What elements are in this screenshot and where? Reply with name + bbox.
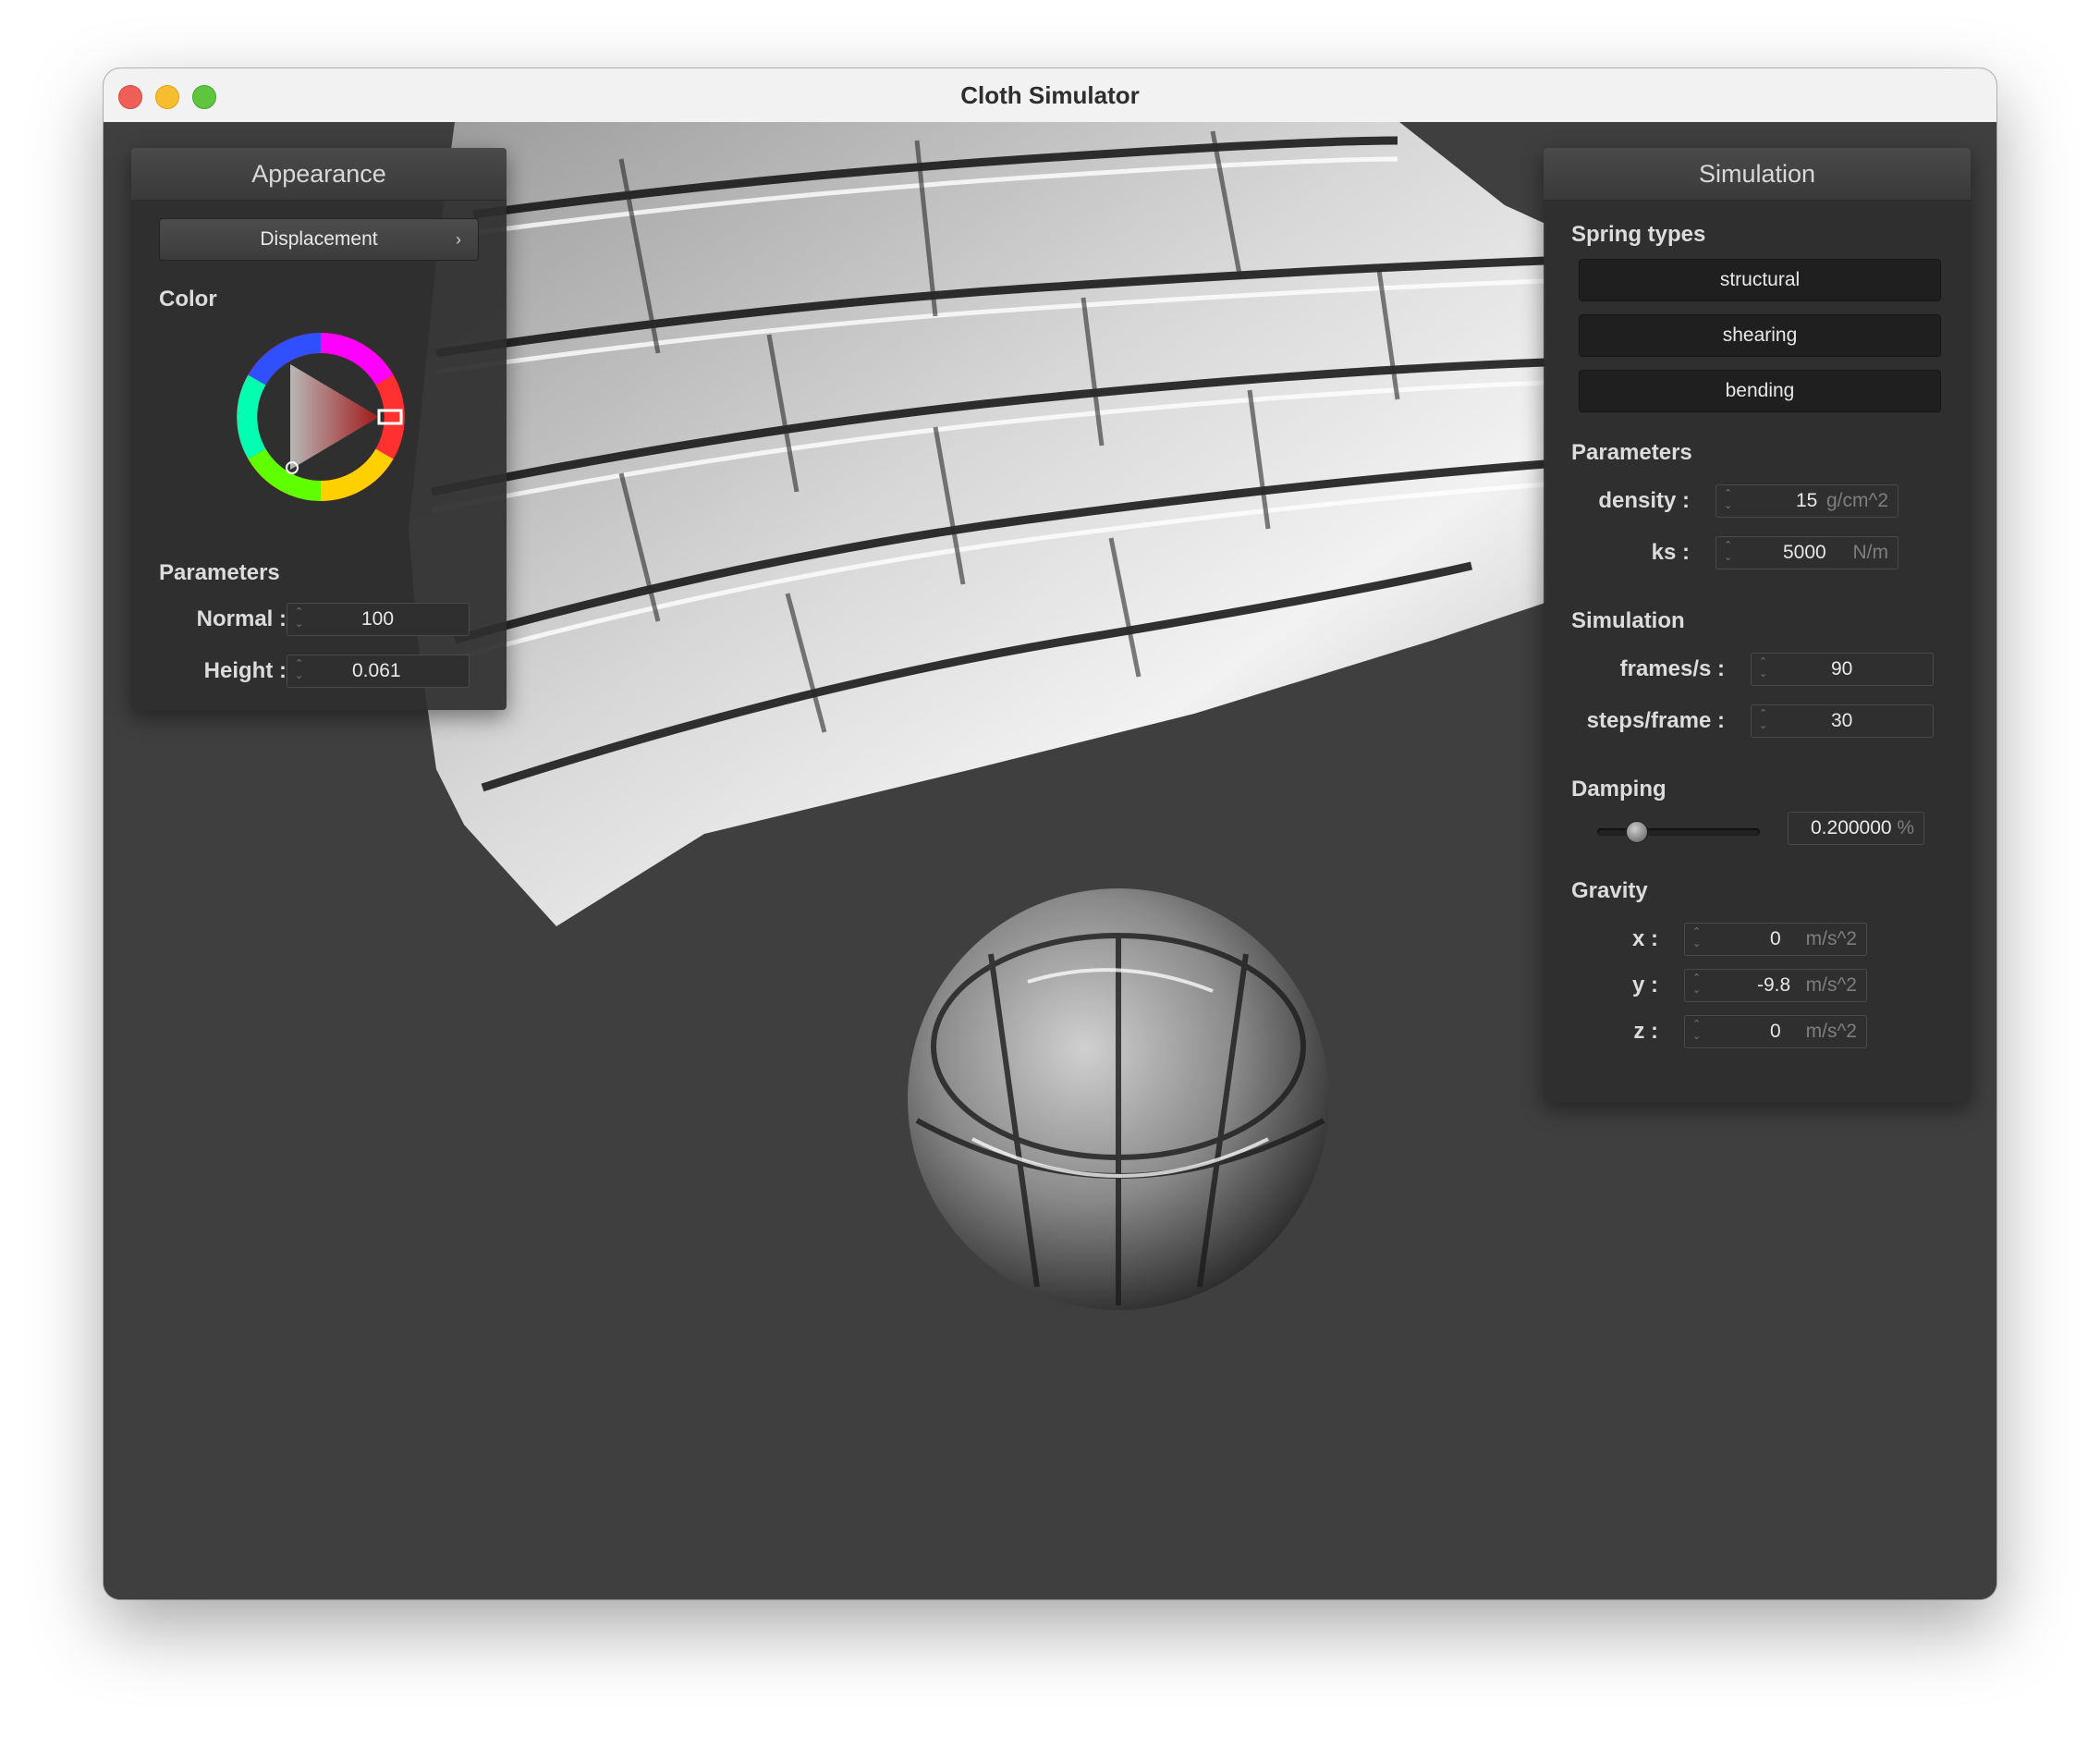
gravity-z-label: z :: [1633, 1019, 1658, 1044]
steps-per-frame-value: 30: [1831, 710, 1853, 731]
color-label: Color: [159, 287, 217, 312]
damping-label: Damping: [1571, 777, 1667, 802]
window-title: Cloth Simulator: [960, 81, 1140, 109]
shader-dropdown-label: Displacement: [260, 228, 378, 250]
damping-unit: %: [1897, 817, 1914, 838]
spinner-icon[interactable]: ⌃ ⌄: [295, 606, 303, 630]
ks-unit: N/m: [1852, 542, 1889, 563]
gravity-y-value: -9.8: [1757, 974, 1791, 996]
3d-viewport[interactable]: Appearance Displacement › Color Paramete…: [104, 122, 1996, 1599]
color-wheel[interactable]: [233, 329, 409, 505]
gravity-z-value: 0: [1770, 1021, 1781, 1042]
normal-label: Normal :: [196, 606, 287, 631]
gravity-x-input[interactable]: ⌃ ⌄ 0 m/s^2: [1684, 923, 1867, 956]
spinner-icon[interactable]: ⌃ ⌄: [1759, 708, 1767, 732]
appearance-header: Appearance: [131, 148, 507, 201]
height-value: 0.061: [352, 660, 401, 681]
damping-slider[interactable]: [1597, 821, 1760, 843]
simulation-section-label: Simulation: [1571, 608, 1685, 633]
gravity-label: Gravity: [1571, 878, 1648, 903]
gravity-z-input[interactable]: ⌃ ⌄ 0 m/s^2: [1684, 1015, 1867, 1048]
ks-value: 5000: [1783, 542, 1826, 563]
gravity-x-value: 0: [1770, 928, 1781, 949]
gravity-x-unit: m/s^2: [1805, 928, 1857, 949]
spring-types-label: Spring types: [1571, 222, 1706, 247]
normal-value: 100: [361, 608, 395, 630]
height-input[interactable]: ⌃ ⌄ 0.061: [287, 655, 470, 688]
ks-input[interactable]: ⌃ ⌄ 5000 N/m: [1715, 536, 1899, 569]
gravity-z-unit: m/s^2: [1805, 1021, 1857, 1042]
frames-per-second-value: 90: [1831, 658, 1853, 679]
appearance-panel: Appearance Displacement › Color Paramete…: [131, 148, 507, 710]
gravity-x-label: x :: [1631, 926, 1658, 951]
collision-sphere: [908, 888, 1329, 1310]
density-value: 15: [1796, 490, 1818, 511]
spinner-icon[interactable]: ⌃ ⌄: [295, 658, 303, 682]
density-label: density :: [1598, 488, 1690, 513]
cloth-mesh: [409, 122, 1546, 926]
shearing-toggle[interactable]: shearing: [1579, 314, 1941, 357]
title-bar: Cloth Simulator: [104, 68, 1996, 123]
gravity-y-input[interactable]: ⌃ ⌄ -9.8 m/s^2: [1684, 969, 1867, 1002]
damping-slider-knob[interactable]: [1626, 821, 1648, 843]
simulation-header: Simulation: [1544, 148, 1971, 201]
density-input[interactable]: ⌃ ⌄ 15 g/cm^2: [1715, 484, 1899, 518]
height-label: Height :: [203, 658, 287, 683]
damping-value: 0.200000: [1811, 817, 1892, 838]
frames-per-second-label: frames/s :: [1619, 656, 1725, 681]
chevron-right-icon: ›: [456, 230, 461, 249]
spinner-icon[interactable]: ⌃ ⌄: [1692, 973, 1701, 997]
steps-per-frame-input[interactable]: ⌃ ⌄ 30: [1751, 704, 1934, 738]
damping-value-box[interactable]: 0.200000 %: [1788, 812, 1924, 845]
spinner-icon[interactable]: ⌃ ⌄: [1692, 926, 1701, 950]
normal-input[interactable]: ⌃ ⌄ 100: [287, 603, 470, 636]
app-window: Cloth Simulator Appearance Displacement …: [104, 68, 1996, 1599]
ks-label: ks :: [1651, 540, 1690, 565]
appearance-parameters-label: Parameters: [159, 560, 280, 585]
simulation-parameters-label: Parameters: [1571, 440, 1692, 465]
gravity-y-unit: m/s^2: [1805, 974, 1857, 996]
spinner-icon[interactable]: ⌃ ⌄: [1724, 540, 1732, 564]
bending-toggle[interactable]: bending: [1579, 370, 1941, 412]
spinner-icon[interactable]: ⌃ ⌄: [1759, 656, 1767, 680]
spinner-icon[interactable]: ⌃ ⌄: [1692, 1019, 1701, 1043]
gravity-y-label: y :: [1631, 973, 1658, 998]
shader-dropdown[interactable]: Displacement ›: [159, 218, 479, 261]
density-unit: g/cm^2: [1825, 490, 1888, 511]
structural-toggle[interactable]: structural: [1579, 259, 1941, 301]
simulation-panel: Simulation Spring types structural shear…: [1544, 148, 1971, 1102]
spinner-icon[interactable]: ⌃ ⌄: [1724, 488, 1732, 512]
frames-per-second-input[interactable]: ⌃ ⌄ 90: [1751, 653, 1934, 686]
steps-per-frame-label: steps/frame :: [1586, 708, 1725, 733]
